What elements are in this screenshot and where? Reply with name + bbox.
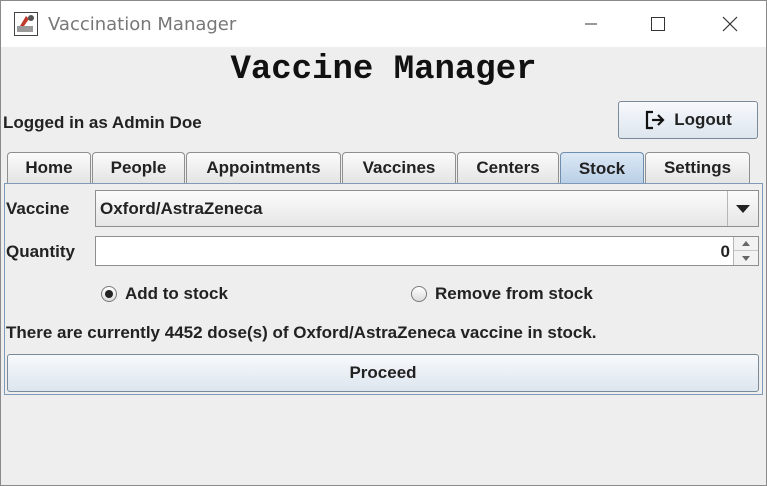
vaccine-select[interactable]: Oxford/AstraZeneca [95, 190, 759, 227]
login-status: Logged in as Admin Doe [3, 113, 202, 132]
add-to-stock-label: Add to stock [125, 284, 228, 303]
tab-people[interactable]: People [92, 152, 185, 183]
vaccine-label: Vaccine [6, 199, 70, 218]
tab-bar: Home People Appointments Vaccines Center… [1, 152, 766, 184]
spinner-up-icon[interactable] [734, 237, 758, 251]
close-button[interactable] [695, 1, 765, 47]
quantity-label: Quantity [6, 242, 75, 261]
spinner-buttons [733, 237, 758, 265]
logout-button[interactable]: Logout [618, 101, 758, 139]
spinner-down-icon[interactable] [734, 251, 758, 265]
radio-selected-icon [101, 286, 117, 302]
logout-icon [646, 110, 665, 130]
dropdown-arrow-icon[interactable] [727, 191, 758, 226]
title-bar: Vaccination Manager [1, 1, 766, 47]
window-title: Vaccination Manager [48, 14, 237, 35]
tab-home[interactable]: Home [7, 152, 91, 183]
tab-settings[interactable]: Settings [645, 152, 750, 183]
add-to-stock-radio[interactable]: Add to stock [101, 283, 228, 305]
maximize-button[interactable] [623, 1, 693, 47]
minimize-icon [585, 23, 597, 25]
tab-stock[interactable]: Stock [560, 152, 644, 184]
stock-info-text: There are currently 4452 dose(s) of Oxfo… [6, 323, 597, 342]
minimize-button[interactable] [556, 1, 626, 47]
quantity-spinner[interactable]: 0 [95, 236, 759, 266]
remove-from-stock-label: Remove from stock [435, 284, 593, 303]
tab-vaccines[interactable]: Vaccines [342, 152, 456, 183]
tab-appointments[interactable]: Appointments [186, 152, 341, 183]
quantity-value[interactable]: 0 [721, 242, 730, 262]
logout-label: Logout [674, 110, 732, 129]
close-icon [722, 16, 738, 32]
vaccine-select-value: Oxford/AstraZeneca [100, 199, 263, 218]
proceed-button[interactable]: Proceed [7, 354, 759, 392]
maximize-icon [651, 17, 665, 31]
remove-from-stock-radio[interactable]: Remove from stock [411, 283, 593, 305]
page-title: Vaccine Manager [230, 51, 537, 89]
tab-centers[interactable]: Centers [457, 152, 559, 183]
app-window: Vaccination Manager Vaccine Manager Logg… [0, 0, 767, 486]
vaccine-app-icon [14, 12, 38, 36]
radio-unselected-icon [411, 286, 427, 302]
